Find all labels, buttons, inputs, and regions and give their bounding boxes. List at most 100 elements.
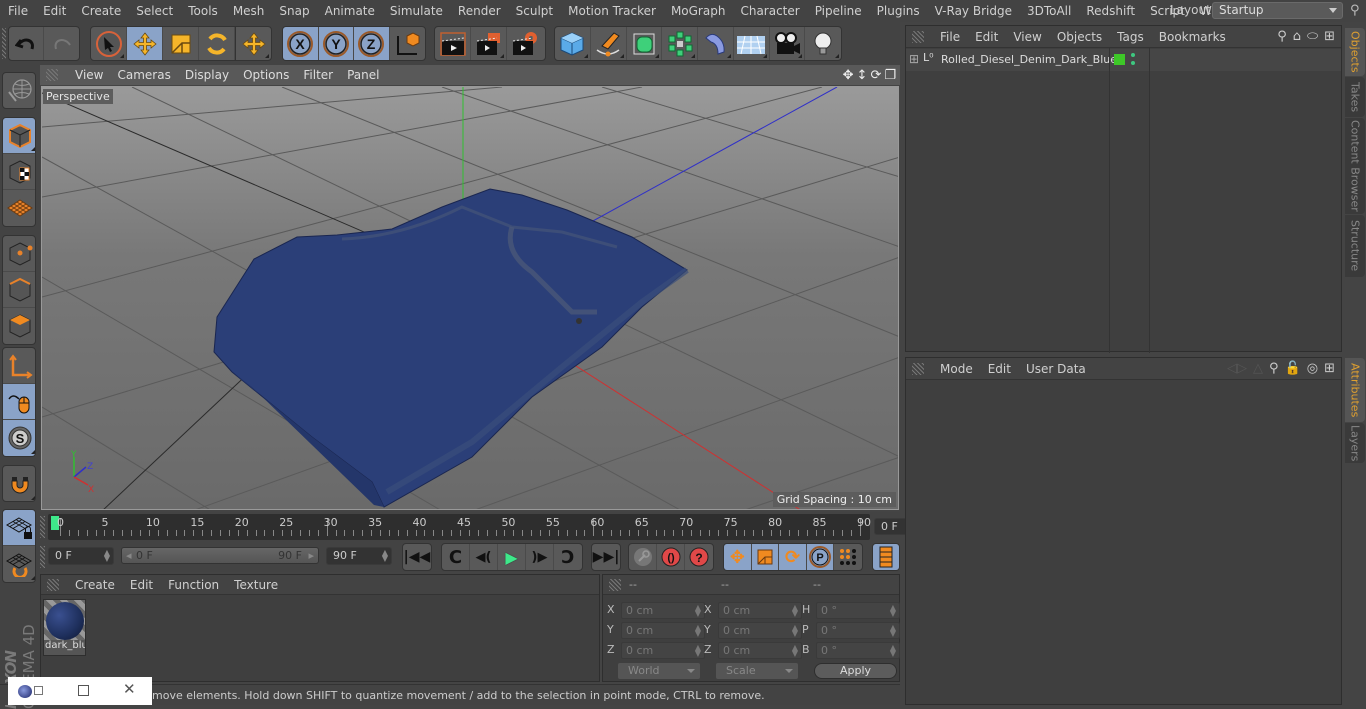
menu-mograph[interactable]: MoGraph — [663, 4, 733, 18]
expand-icon[interactable]: ⊞ — [909, 52, 919, 66]
material-grip[interactable] — [47, 578, 59, 591]
position-field[interactable]: 0 cm ▲ ▼ — [621, 642, 705, 659]
material-menu-create[interactable]: Create — [67, 578, 122, 592]
pan-view-icon[interactable]: ✥ — [843, 68, 854, 83]
maximize-icon[interactable] — [78, 685, 89, 696]
menu-plugins[interactable]: Plugins — [869, 4, 927, 18]
spinner-icon[interactable]: ▲ ▼ — [792, 624, 798, 638]
search-icon[interactable]: ⚲ — [1350, 3, 1360, 18]
render-settings-button[interactable] — [507, 27, 543, 60]
model-mode-button[interactable] — [3, 118, 35, 154]
target-icon[interactable]: ◎ — [1307, 361, 1318, 376]
tab-objects[interactable]: Objects — [1345, 28, 1365, 76]
viewport-menu-cameras[interactable]: Cameras — [110, 68, 177, 82]
material-swatch[interactable]: dark_blu — [43, 599, 86, 656]
previous-frame-button[interactable]: ◀( — [470, 544, 498, 570]
size-field[interactable]: 0 cm ▲ ▼ — [718, 602, 802, 619]
attributes-menu-edit[interactable]: Edit — [980, 362, 1018, 376]
recent-tool-button[interactable] — [235, 27, 271, 60]
coordinate-system-button[interactable] — [390, 27, 425, 60]
workplane-mode-button[interactable] — [3, 190, 35, 226]
range-right-arrow-icon[interactable]: ▸ — [308, 548, 314, 563]
transport-grip[interactable] — [40, 546, 45, 568]
position-field[interactable]: 0 cm ▲ ▼ — [621, 602, 705, 619]
undo-button[interactable] — [9, 27, 45, 60]
pen-button[interactable] — [591, 27, 627, 60]
object-manager-grip[interactable] — [912, 30, 924, 43]
spinner-icon[interactable]: ▲ ▼ — [890, 604, 896, 618]
render-to-picture-viewer-button[interactable] — [471, 27, 507, 60]
size-field[interactable]: 0 cm ▲ ▼ — [718, 642, 802, 659]
position-field[interactable]: 0 cm ▲ ▼ — [621, 622, 705, 639]
light-button[interactable] — [805, 27, 841, 60]
rotation-field[interactable]: 0 ° ▲ ▼ — [816, 602, 900, 619]
menu-render[interactable]: Render — [450, 4, 508, 18]
menu-select[interactable]: Select — [128, 4, 180, 18]
x-axis-lock-button[interactable]: X — [283, 27, 319, 60]
solo-mode-button[interactable]: S — [3, 420, 35, 456]
tweak-mode-button[interactable] — [3, 384, 35, 420]
spinner-icon[interactable]: ▲ ▼ — [695, 604, 701, 618]
spinner-icon[interactable]: ▲ ▼ — [695, 624, 701, 638]
tab-layers[interactable]: Layers — [1345, 423, 1365, 463]
toolbar-grip[interactable] — [2, 28, 6, 59]
material-menu-edit[interactable]: Edit — [122, 578, 160, 592]
coordinate-space-dropdown[interactable]: World — [618, 663, 700, 679]
restore-icon[interactable] — [34, 686, 43, 695]
menu-character[interactable]: Character — [732, 4, 806, 18]
menu-pipeline[interactable]: Pipeline — [807, 4, 869, 18]
play-button[interactable]: ▶ — [498, 544, 526, 570]
minimized-window-thumbnail[interactable]: ✕ — [8, 677, 152, 705]
objects-menu-edit[interactable]: Edit — [967, 30, 1005, 44]
record-keys-button[interactable] — [629, 544, 657, 570]
cube-button[interactable] — [555, 27, 591, 60]
tab-content-browser[interactable]: Content Browser — [1345, 118, 1365, 214]
objects-menu-objects[interactable]: Objects — [1049, 30, 1109, 44]
key-parameter-button[interactable]: P — [806, 544, 835, 570]
transform-mode-dropdown[interactable]: Scale — [716, 663, 798, 679]
polygons-mode-button[interactable] — [3, 308, 35, 344]
scale-button[interactable] — [163, 27, 199, 60]
key-pla-button[interactable] — [834, 544, 862, 570]
frame-range-slider[interactable]: ◂ 0 F 90 F ▸ — [121, 547, 319, 564]
camera-button[interactable] — [770, 27, 806, 60]
objects-menu-bookmarks[interactable]: Bookmarks — [1151, 30, 1233, 44]
object-name[interactable]: Rolled_Diesel_Denim_Dark_Blue — [941, 53, 1117, 66]
viewport-menu-view[interactable]: View — [68, 68, 110, 82]
range-left-arrow-icon[interactable]: ◂ — [126, 548, 132, 563]
lock-icon[interactable]: 🔓 — [1285, 361, 1301, 376]
tab-takes[interactable]: Takes — [1345, 77, 1365, 117]
viewport-menu-display[interactable]: Display — [178, 68, 236, 82]
timeline-window-button[interactable] — [873, 544, 899, 570]
size-field[interactable]: 0 cm ▲ ▼ — [718, 622, 802, 639]
y-axis-lock-button[interactable]: Y — [318, 27, 354, 60]
spinner-icon[interactable]: ▲ ▼ — [695, 644, 701, 658]
z-axis-lock-button[interactable]: Z — [354, 27, 390, 60]
apply-button[interactable]: Apply — [814, 663, 897, 679]
go-to-end-button[interactable]: ▶▶| — [592, 544, 620, 570]
menu-3dtoall[interactable]: 3DToAll — [1019, 4, 1078, 18]
points-mode-button[interactable] — [3, 236, 35, 272]
attributes-menu-user-data[interactable]: User Data — [1018, 362, 1093, 376]
cloner-button[interactable] — [662, 27, 698, 60]
menu-sculpt[interactable]: Sculpt — [508, 4, 560, 18]
autokey-button[interactable]: () — [657, 544, 685, 570]
bend-deformer-button[interactable] — [698, 27, 734, 60]
menu-mesh[interactable]: Mesh — [225, 4, 272, 18]
rotation-field[interactable]: 0 ° ▲ ▼ — [816, 642, 900, 659]
axis-mode-button[interactable] — [3, 348, 35, 384]
attributes-menu-mode[interactable]: Mode — [932, 362, 980, 376]
key-rotation-button[interactable]: ⟳ — [779, 544, 807, 570]
tab-attributes[interactable]: Attributes — [1345, 358, 1365, 422]
editor-visibility-dot[interactable] — [1131, 53, 1135, 57]
viewport-menu-panel[interactable]: Panel — [340, 68, 386, 82]
menu-animate[interactable]: Animate — [317, 4, 382, 18]
search-icon[interactable]: ⚲ — [1277, 29, 1287, 44]
render-visibility-dot[interactable] — [1131, 61, 1135, 65]
workplane-lock-button[interactable] — [3, 510, 35, 546]
redo-button[interactable] — [44, 27, 79, 60]
timeline-ruler[interactable]: 0 5 10 15 20 25 30 35 40 45 50 55 60 65 70 75 80 85 90 — [48, 514, 871, 540]
texture-mode-button[interactable] — [3, 154, 35, 190]
menu-redshift[interactable]: Redshift — [1078, 4, 1142, 18]
new-panel-icon[interactable]: ⊞ — [1324, 29, 1335, 44]
